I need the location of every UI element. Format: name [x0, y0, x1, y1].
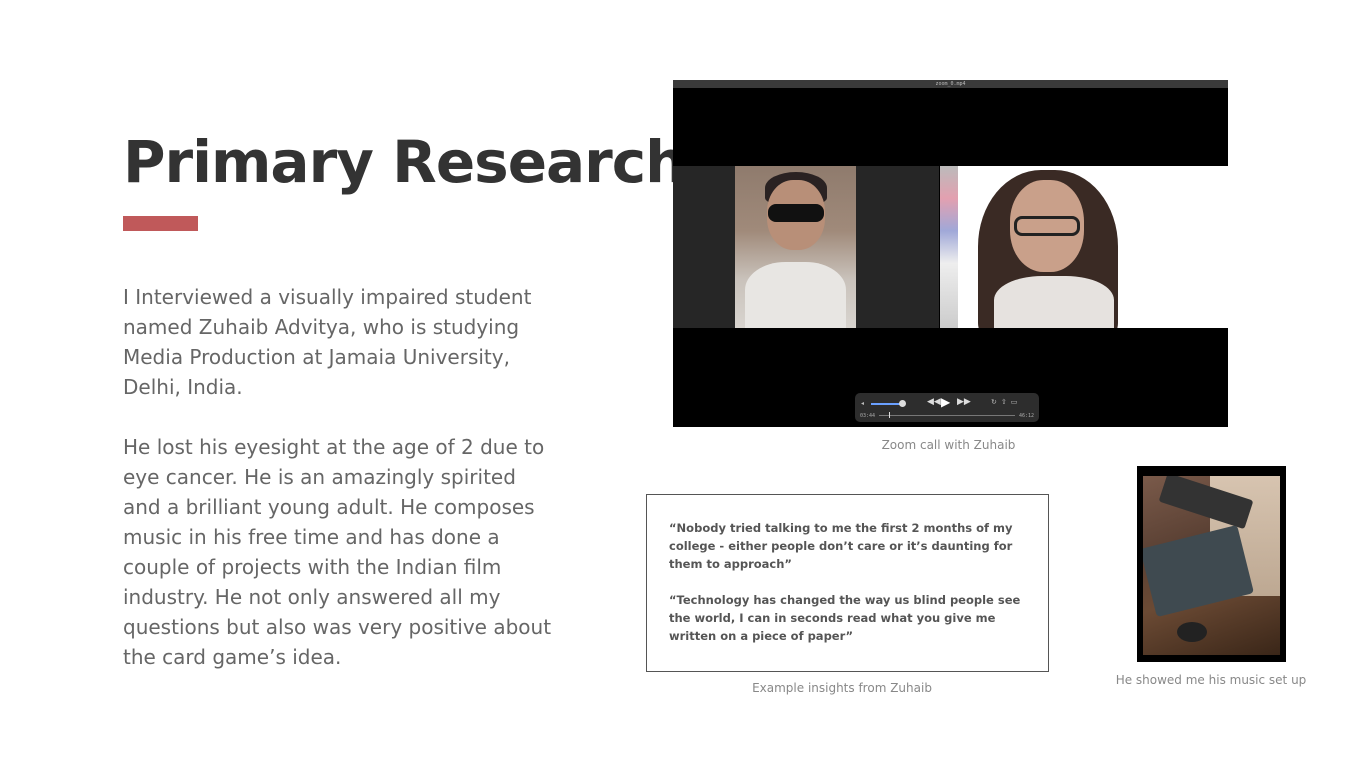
volume-icon[interactable]: ◂ — [861, 400, 864, 407]
progress-bar[interactable] — [879, 415, 1015, 416]
participant-tile-zuhaib — [673, 166, 939, 328]
page-title: Primary Research — [123, 128, 686, 196]
video-player-controls: ◂ ◀◀ ▶ ▶▶ ↻⇧▭ 03:44 46:12 — [855, 393, 1039, 422]
volume-knob[interactable] — [899, 400, 906, 407]
insights-box: “Nobody tried talking to me the first 2 … — [646, 494, 1049, 672]
play-icon[interactable]: ▶ — [941, 395, 950, 409]
rewind-icon[interactable]: ◀◀ — [927, 397, 941, 407]
time-elapsed: 03:44 — [860, 413, 876, 419]
intro-paragraph: I Interviewed a visually impaired studen… — [123, 285, 532, 399]
video-filename: zoom_0.mp4 — [673, 80, 1228, 88]
insight-quote: “Nobody tried talking to me the first 2 … — [669, 521, 1013, 571]
zoom-call-video[interactable]: zoom_0.mp4 ◂ ◀◀ ▶ ▶▶ ↻⇧▭ 03:44 46:12 — [673, 80, 1228, 427]
music-setup-caption: He showed me his music set up — [1115, 673, 1307, 687]
time-remaining: 46:12 — [1018, 413, 1034, 419]
insights-caption: Example insights from Zuhaib — [752, 681, 932, 695]
progress-knob[interactable] — [889, 412, 890, 418]
fast-forward-icon[interactable]: ▶▶ — [957, 397, 971, 407]
player-extra-controls-icon[interactable]: ↻⇧▭ — [991, 398, 1021, 406]
music-setup-photo — [1137, 466, 1286, 662]
title-accent-bar — [123, 216, 198, 231]
insight-quote: “Technology has changed the way us blind… — [669, 593, 1021, 643]
video-caption: Zoom call with Zuhaib — [881, 438, 1016, 452]
participant-zuhaib-image — [735, 166, 856, 328]
bio-paragraph: He lost his eyesight at the age of 2 due… — [123, 435, 552, 669]
participant-tile-interviewer — [940, 166, 1228, 328]
